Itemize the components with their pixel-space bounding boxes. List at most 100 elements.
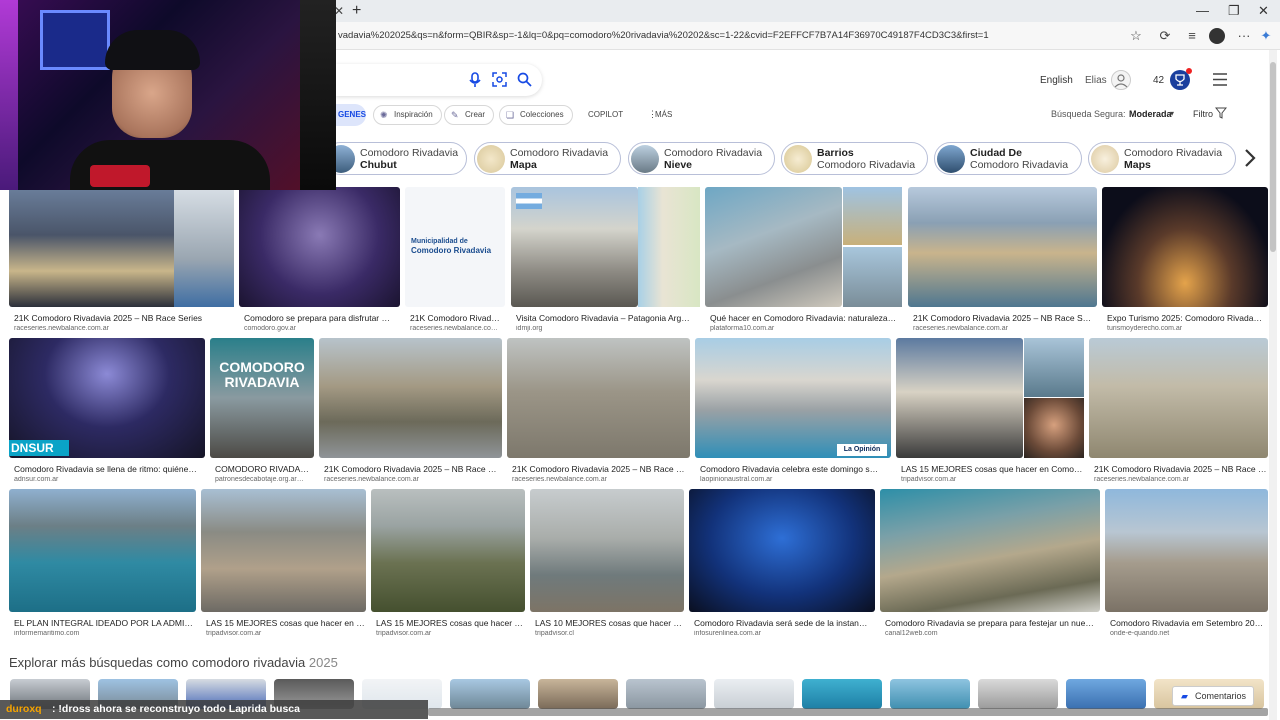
safe-search-value[interactable]: Moderada bbox=[1129, 109, 1172, 119]
result-source[interactable]: comodoro.gov.ar bbox=[244, 325, 400, 332]
result-tile[interactable]: Expo Turismo 2025: Comodoro Rivada… turi… bbox=[1102, 187, 1268, 335]
result-source[interactable]: idmji.org bbox=[516, 325, 700, 332]
explore-thumb[interactable] bbox=[802, 679, 882, 709]
profile-avatar-icon[interactable] bbox=[1209, 28, 1225, 44]
chevron-right-icon[interactable] bbox=[1243, 148, 1257, 168]
result-caption[interactable]: LAS 10 MEJORES cosas que hacer … bbox=[535, 618, 684, 628]
result-image[interactable] bbox=[1102, 187, 1268, 307]
visual-search-icon[interactable] bbox=[492, 72, 507, 87]
result-image[interactable] bbox=[1105, 489, 1268, 612]
result-image[interactable] bbox=[689, 489, 875, 612]
search-box[interactable] bbox=[336, 64, 542, 96]
result-image[interactable] bbox=[695, 338, 891, 458]
language-link[interactable]: English bbox=[1040, 75, 1073, 86]
result-source[interactable]: raceseries.newbalance.co… bbox=[410, 325, 505, 332]
more-link[interactable]: MÁS bbox=[655, 110, 672, 119]
result-tile[interactable]: LAS 15 MEJORES cosas que hacer en Como… … bbox=[896, 338, 1084, 486]
filter-button[interactable]: Filtro bbox=[1193, 109, 1213, 119]
related-pill-chubut[interactable]: Comodoro Rivadavia Chubut bbox=[324, 142, 467, 175]
related-pill-maps[interactable]: Comodoro Rivadavia Maps bbox=[1088, 142, 1236, 175]
result-source[interactable]: turismoyderecho.com.ar bbox=[1107, 325, 1267, 332]
result-source[interactable]: canal12web.com bbox=[885, 630, 1100, 637]
result-caption[interactable]: 21K Comodoro Rivad… bbox=[410, 313, 505, 323]
result-source[interactable]: laopinionaustral.com.ar bbox=[700, 476, 891, 483]
result-caption[interactable]: Visita Comodoro Rivadavia – Patagonia Ar… bbox=[516, 313, 700, 323]
explore-thumb[interactable] bbox=[714, 679, 794, 709]
safe-search-chevron-icon[interactable]: ▾ bbox=[1170, 109, 1174, 118]
result-image[interactable] bbox=[201, 489, 366, 612]
explore-thumb[interactable] bbox=[890, 679, 970, 709]
refresh-extension-icon[interactable]: ⟳ bbox=[1157, 28, 1173, 44]
explore-thumb[interactable] bbox=[978, 679, 1058, 709]
new-tab-button[interactable]: + bbox=[352, 2, 361, 20]
result-source[interactable]: adnsur.com.ar bbox=[14, 476, 205, 483]
related-pill-nieve[interactable]: Comodoro Rivadavia Nieve bbox=[628, 142, 775, 175]
result-tile[interactable]: COMODORO RIVADAVIA COMODORO RIVADA… patr… bbox=[210, 338, 314, 486]
result-source[interactable]: raceseries.newbalance.com.ar bbox=[512, 476, 690, 483]
result-source[interactable]: tripadvisor.com.ar bbox=[376, 630, 525, 637]
result-image[interactable] bbox=[239, 187, 400, 307]
result-image[interactable] bbox=[530, 489, 684, 612]
result-caption[interactable]: COMODORO RIVADA… bbox=[215, 464, 314, 474]
result-source[interactable]: raceseries.newbalance.com.ar bbox=[913, 325, 1097, 332]
maximize-button[interactable]: ❐ bbox=[1228, 3, 1240, 19]
result-tile[interactable]: LAS 15 MEJORES cosas que hacer … tripadv… bbox=[371, 489, 525, 637]
result-caption[interactable]: LAS 15 MEJORES cosas que hacer en Como… bbox=[901, 464, 1084, 474]
related-pill-ciudad[interactable]: Ciudad De Comodoro Rivadavia bbox=[934, 142, 1082, 175]
result-caption[interactable]: Comodoro se prepara para disfrutar … bbox=[244, 313, 400, 323]
result-caption[interactable]: Comodoro Rivadavia se prepara para feste… bbox=[885, 618, 1100, 628]
microphone-icon[interactable] bbox=[468, 72, 482, 88]
create-filter[interactable]: ✎ Crear bbox=[444, 105, 495, 125]
result-caption[interactable]: Qué hacer en Comodoro Rivadavia: natural… bbox=[710, 313, 902, 323]
result-tile[interactable]: Comodoro Rivadavia se prepara para feste… bbox=[880, 489, 1100, 637]
result-caption[interactable]: Comodoro Rivadavia celebra este domingo … bbox=[700, 464, 891, 474]
result-tile[interactable]: Qué hacer en Comodoro Rivadavia: natural… bbox=[705, 187, 902, 335]
result-caption[interactable]: Expo Turismo 2025: Comodoro Rivada… bbox=[1107, 313, 1267, 323]
explore-thumb[interactable] bbox=[626, 679, 706, 709]
result-source[interactable]: raceseries.newbalance.com.ar bbox=[324, 476, 502, 483]
result-tile[interactable]: LAS 10 MEJORES cosas que hacer … tripadv… bbox=[530, 489, 684, 637]
result-caption[interactable]: 21K Comodoro Rivadavia 2025 – NB Race … bbox=[1094, 464, 1268, 474]
result-source[interactable]: informemaritimo.com bbox=[14, 630, 196, 637]
result-caption[interactable]: LAS 15 MEJORES cosas que hacer en … bbox=[206, 618, 366, 628]
result-caption[interactable]: Comodoro Rivadavia será sede de la insta… bbox=[694, 618, 875, 628]
result-source[interactable]: onde-e-quando.net bbox=[1110, 630, 1268, 637]
related-pill-mapa[interactable]: Comodoro Rivadavia Mapa bbox=[474, 142, 621, 175]
rewards-points[interactable]: 42 bbox=[1153, 75, 1164, 86]
result-source[interactable]: patronesdecabotaje.org.ar… bbox=[215, 476, 314, 483]
result-tile[interactable]: DNSUR Comodoro Rivadavia se llena de rit… bbox=[9, 338, 205, 486]
images-tab[interactable]: GENES bbox=[336, 104, 366, 126]
result-tile[interactable]: 21K Comodoro Rivadavia 2025 – NB Race … … bbox=[507, 338, 690, 486]
result-image[interactable] bbox=[9, 489, 196, 612]
result-tile[interactable]: Municipalidad de Comodoro Rivadavia 21K … bbox=[405, 187, 505, 335]
result-tile[interactable]: 21K Comodoro Rivadavia 2025 – NB Race … … bbox=[319, 338, 502, 486]
user-name[interactable]: Elias bbox=[1085, 75, 1107, 86]
result-tile[interactable]: 21K Comodoro Rivadavia 2025 – NB Race … … bbox=[1089, 338, 1268, 486]
result-source[interactable]: tripadvisor.com.ar bbox=[206, 630, 366, 637]
result-caption[interactable]: 21K Comodoro Rivadavia 2025 – NB Race S… bbox=[913, 313, 1097, 323]
result-caption[interactable]: LAS 15 MEJORES cosas que hacer … bbox=[376, 618, 525, 628]
result-tile[interactable]: 21K Comodoro Rivadavia 2025 – NB Race Se… bbox=[9, 187, 234, 335]
search-icon[interactable] bbox=[517, 72, 532, 87]
result-caption[interactable]: EL PLAN INTEGRAL IDEADO POR LA ADMI… bbox=[14, 618, 196, 628]
filter-funnel-icon[interactable] bbox=[1215, 107, 1227, 119]
inspiration-filter[interactable]: ✺ Inspiración bbox=[373, 105, 442, 125]
result-source[interactable]: plataforma10.com.ar bbox=[710, 325, 902, 332]
result-tile[interactable]: Comodoro se prepara para disfrutar … com… bbox=[239, 187, 400, 335]
result-image[interactable] bbox=[210, 338, 314, 458]
explore-thumb[interactable] bbox=[450, 679, 530, 709]
result-source[interactable]: raceseries.newbalance.com.ar bbox=[1094, 476, 1268, 483]
result-tile[interactable]: Visita Comodoro Rivadavia – Patagonia Ar… bbox=[511, 187, 700, 335]
result-image[interactable] bbox=[371, 489, 525, 612]
result-caption[interactable]: Comodoro Rivadavia se llena de ritmo: qu… bbox=[14, 464, 205, 474]
explore-thumb[interactable] bbox=[538, 679, 618, 709]
result-source[interactable]: raceseries.newbalance.com.ar bbox=[14, 325, 234, 332]
favorites-icon[interactable]: ≡ bbox=[1184, 28, 1200, 44]
hamburger-menu-icon[interactable] bbox=[1212, 73, 1228, 86]
related-pill-barrios[interactable]: Barrios Comodoro Rivadavia bbox=[781, 142, 928, 175]
menu-dots-icon[interactable]: ··· bbox=[1236, 28, 1252, 44]
minimize-button[interactable]: — bbox=[1196, 3, 1209, 18]
result-tile[interactable]: EL PLAN INTEGRAL IDEADO POR LA ADMI… inf… bbox=[9, 489, 196, 637]
result-image[interactable] bbox=[507, 338, 690, 458]
collections-filter[interactable]: ❏ Colecciones bbox=[499, 105, 573, 125]
